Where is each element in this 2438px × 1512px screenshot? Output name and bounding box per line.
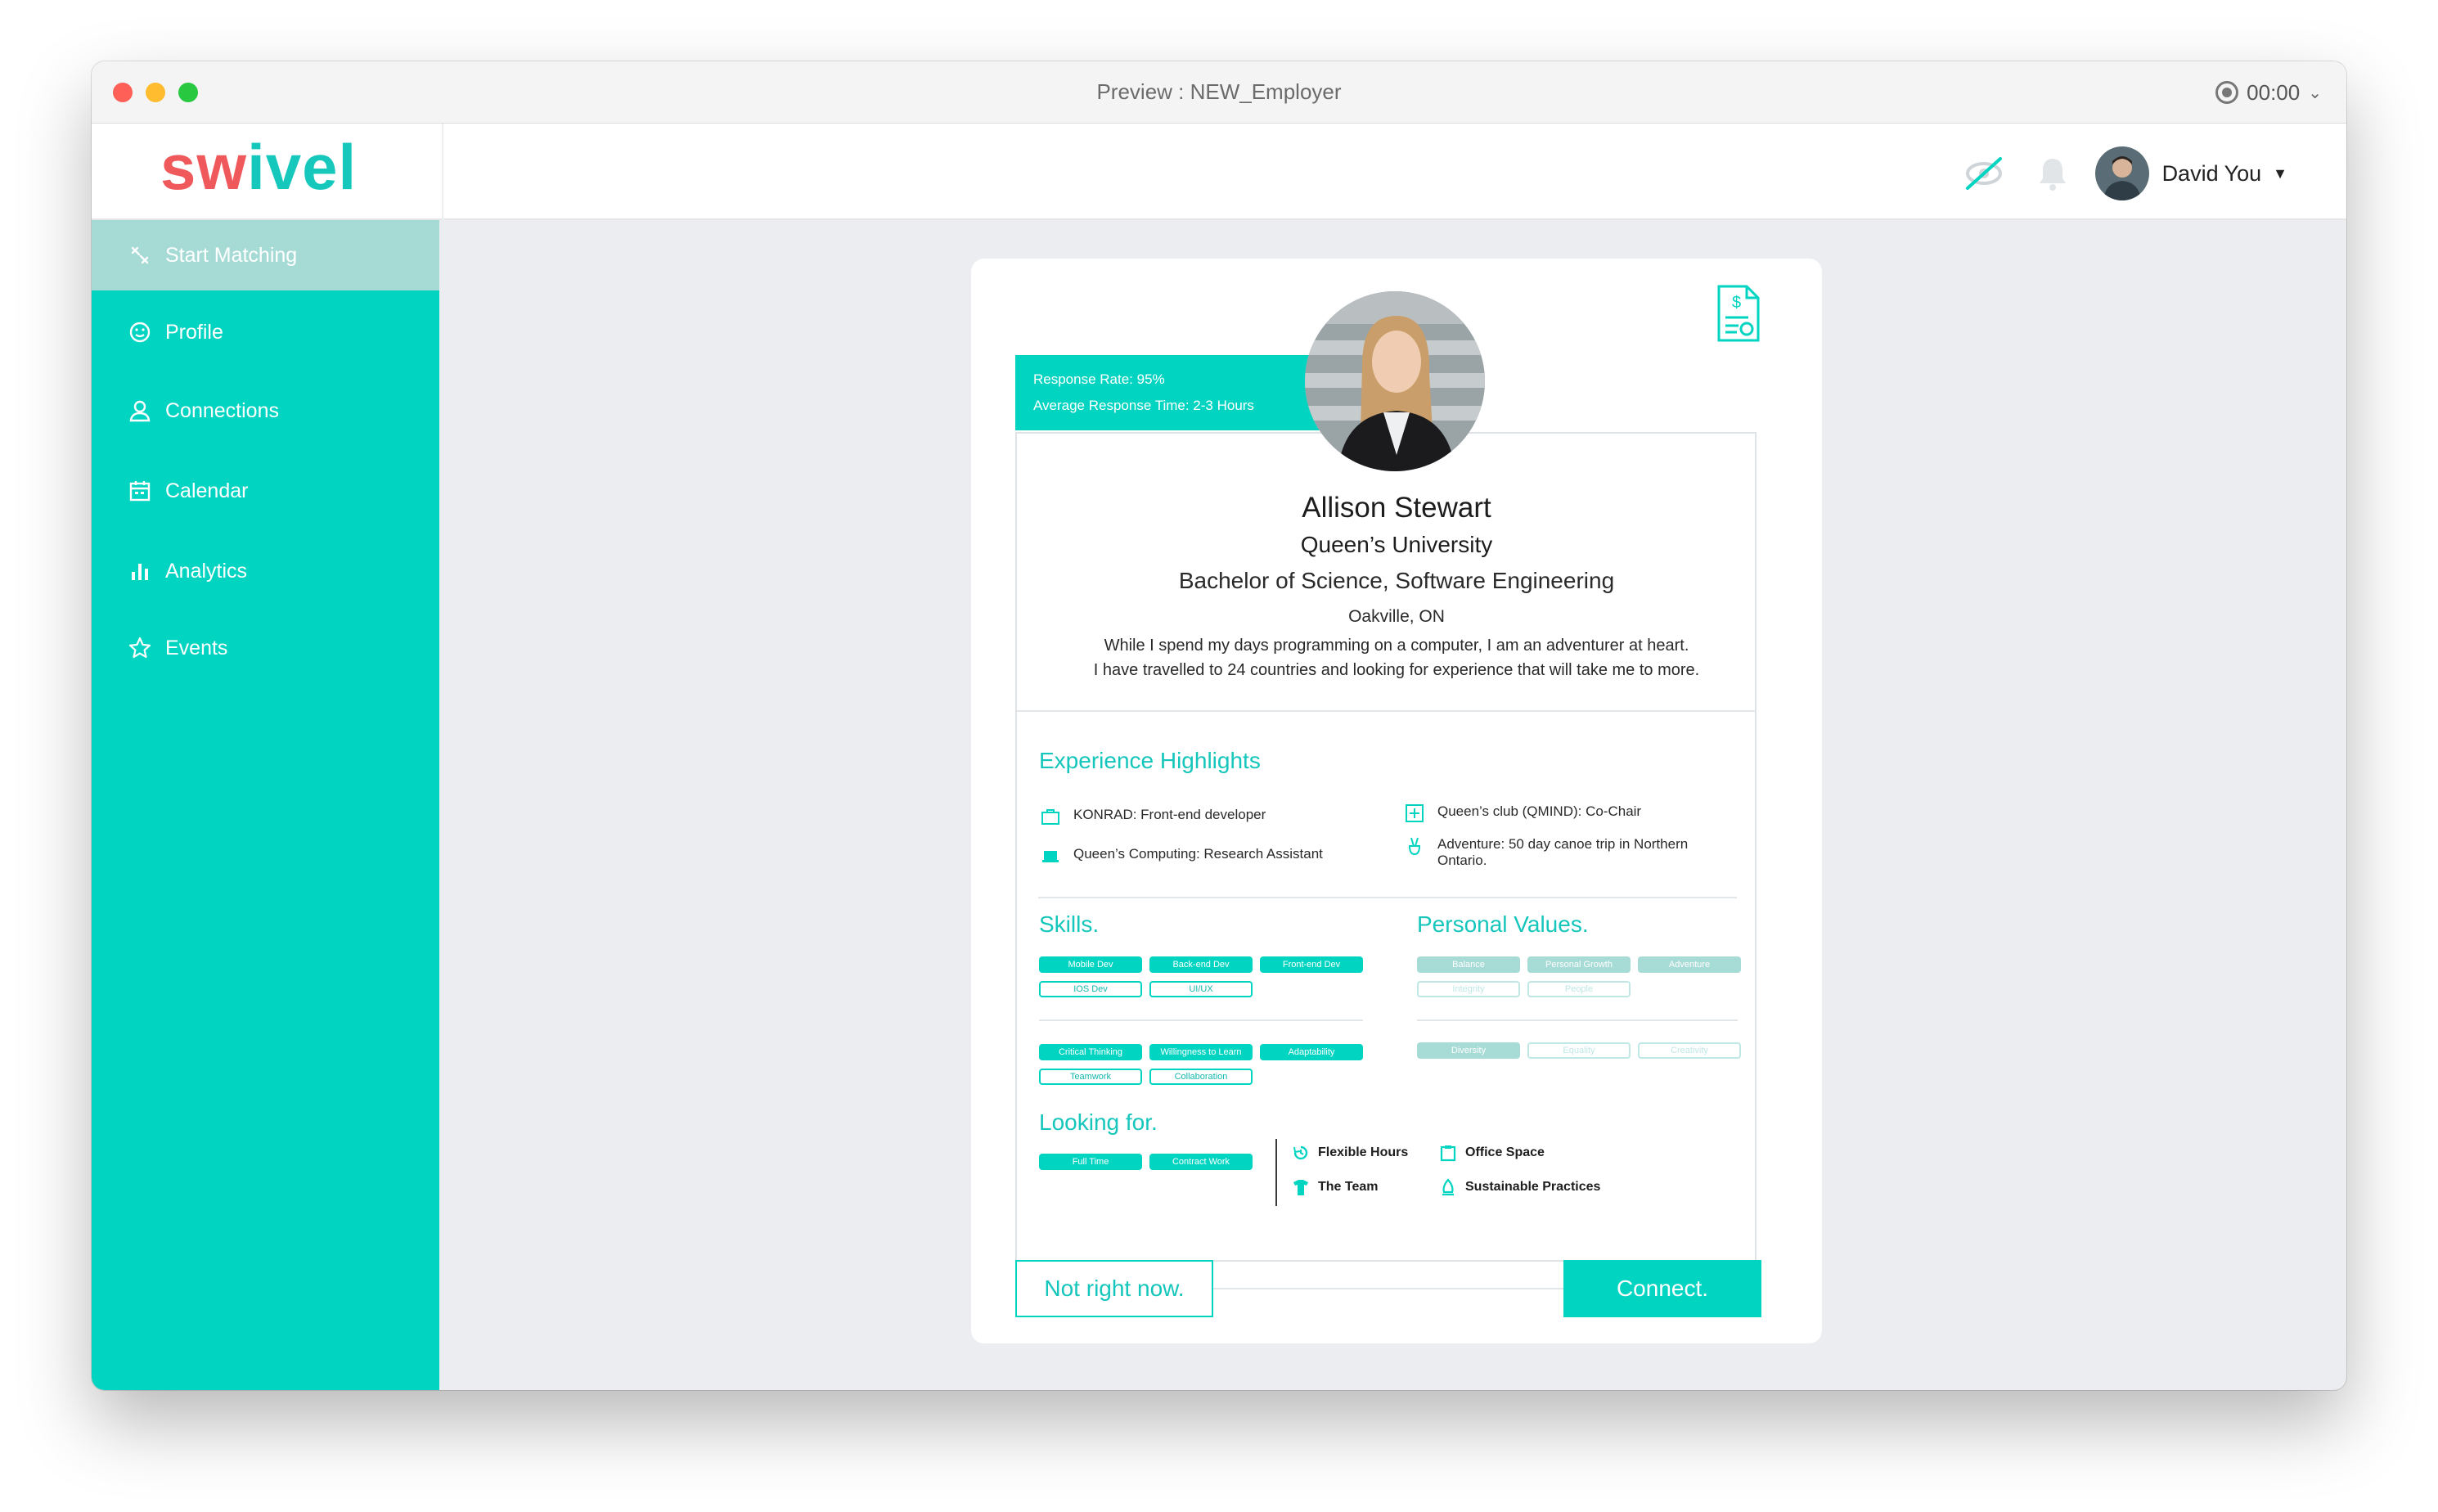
response-stats-tag: Response Rate: 95% Average Response Time… (1015, 355, 1326, 430)
perk-item: The Team (1292, 1178, 1379, 1196)
perk-item: Office Space (1439, 1144, 1545, 1162)
candidate-school: Queen’s University (1300, 532, 1493, 557)
app-header: swivel David You ▼ (92, 124, 2346, 220)
sidebar-item-events[interactable]: Events (92, 613, 439, 683)
window-title: Preview : NEW_Employer (1096, 79, 1342, 104)
recording-timer[interactable]: 00:00 ⌄ (2215, 76, 2322, 109)
candidate-location: Oakville, ON (1348, 607, 1445, 626)
skill-tag: Willingness to Learn (1149, 1044, 1253, 1060)
clipboard-icon (1440, 1145, 1456, 1162)
candidate-name: Allison Stewart (1302, 492, 1491, 524)
sidebar-item-label: Profile (165, 320, 223, 344)
logo-area: swivel (92, 124, 443, 220)
value-tag: Adventure (1638, 956, 1741, 973)
skills-title: Skills. (1039, 911, 1100, 937)
swivel-logo[interactable]: swivel (160, 130, 357, 205)
sidebar-item-start-matching[interactable]: Start Matching (92, 220, 439, 290)
skill-tag: Adaptability (1260, 1044, 1363, 1060)
experience-item: KONRAD: Front-end developer (1041, 807, 1266, 826)
bar-chart-icon (132, 564, 148, 580)
timer-value: 00:00 (2247, 79, 2301, 105)
experience-item: Queen’s Computing: Research Assistant (1041, 846, 1323, 866)
person-icon (129, 400, 151, 422)
value-tag: Balance (1417, 956, 1520, 973)
value-tag: Diversity (1417, 1042, 1520, 1059)
hide-visibility-icon[interactable] (1963, 152, 2005, 195)
values-divider (1417, 1019, 1738, 1021)
sidebar-item-label: Calendar (165, 479, 249, 502)
sidebar-item-analytics[interactable]: Analytics (92, 536, 439, 606)
shirt-icon (1293, 1180, 1308, 1195)
skill-tag: IOS Dev (1039, 981, 1142, 997)
skills-divider (1039, 1019, 1363, 1021)
skill-tag: Collaboration (1149, 1069, 1253, 1085)
sidebar: Start Matching Profile Connections Calen… (92, 220, 439, 1390)
record-icon (2215, 81, 2239, 104)
svg-text:$: $ (1732, 294, 1741, 312)
job-type-tag: Contract Work (1149, 1154, 1253, 1170)
candidate-card: Response Rate: 95% Average Response Time… (971, 259, 1822, 1343)
value-tag: Integrity (1417, 981, 1520, 997)
leaf-icon (1442, 1178, 1454, 1196)
clock-icon (1293, 1145, 1308, 1160)
sidebar-item-label: Events (165, 636, 228, 659)
looking-for-title: Looking for. (1039, 1109, 1158, 1135)
chevron-down-icon: ⌄ (2308, 83, 2322, 102)
perk-item: Flexible Hours (1292, 1144, 1408, 1162)
skill-tag: Back-end Dev (1149, 956, 1253, 973)
smiley-icon (129, 322, 151, 343)
sidebar-item-label: Analytics (165, 559, 248, 583)
experience-item: Adventure: 50 day canoe trip in Northern… (1405, 836, 1732, 869)
laptop-icon (1042, 851, 1059, 862)
experience-item: Queen’s club (QMIND): Co-Chair (1405, 803, 1641, 823)
section-divider (1038, 897, 1737, 898)
value-tag: Personal Growth (1527, 956, 1631, 973)
calendar-icon (129, 481, 151, 502)
value-tag: People (1527, 981, 1631, 997)
skill-tag: Teamwork (1039, 1069, 1142, 1085)
sidebar-item-connections[interactable]: Connections (92, 376, 439, 446)
value-tag: Equality (1527, 1042, 1631, 1059)
bio-line: I have travelled to 24 countries and loo… (1093, 661, 1700, 679)
bio-line: While I spend my days programming on a c… (1104, 637, 1689, 655)
connect-button[interactable]: Connect. (1563, 1260, 1761, 1317)
peace-hand-icon (1408, 837, 1421, 856)
actions-line (1213, 1288, 1563, 1289)
title-bar: Preview : NEW_Employer 00:00 ⌄ (92, 61, 2346, 124)
user-avatar[interactable] (2094, 146, 2149, 200)
resume-document-icon[interactable]: $ (1716, 283, 1761, 344)
values-title: Personal Values. (1417, 911, 1589, 937)
sidebar-item-label: Connections (165, 398, 279, 422)
header-actions: David You ▼ (1963, 146, 2287, 200)
candidate-bio: While I spend my days programming on a c… (971, 633, 1822, 682)
not-right-now-button[interactable]: Not right now. (1015, 1260, 1213, 1317)
sidebar-item-profile[interactable]: Profile (92, 297, 439, 367)
section-divider (1017, 710, 1755, 712)
value-tag: Creativity (1638, 1042, 1741, 1059)
user-name[interactable]: David You (2162, 161, 2262, 187)
skill-tag: UI/UX (1149, 981, 1253, 997)
caret-down-icon[interactable]: ▼ (2273, 165, 2287, 182)
candidate-photo (1305, 291, 1485, 471)
sidebar-item-calendar[interactable]: Calendar (92, 456, 439, 526)
star-icon (128, 637, 151, 659)
matching-icon (131, 246, 149, 264)
response-time: Average Response Time: 2-3 Hours (1033, 398, 1254, 413)
skill-tag: Critical Thinking (1039, 1044, 1142, 1060)
candidate-degree: Bachelor of Science, Software Engineerin… (1178, 568, 1615, 593)
response-rate: Response Rate: 95% (1033, 371, 1165, 387)
app-window: Preview : NEW_Employer 00:00 ⌄ swivel Da… (92, 61, 2346, 1390)
skill-tag: Mobile Dev (1039, 956, 1142, 973)
job-type-tag: Full Time (1039, 1154, 1142, 1170)
notification-bell-icon[interactable] (2036, 155, 2069, 191)
briefcase-icon (1041, 809, 1059, 825)
experience-title: Experience Highlights (1039, 748, 1261, 773)
perk-item: Sustainable Practices (1439, 1178, 1600, 1196)
skill-tag: Front-end Dev (1260, 956, 1363, 973)
looking-for-separator (1275, 1139, 1277, 1206)
plus-grid-icon (1406, 804, 1424, 822)
sidebar-item-label: Start Matching (165, 243, 298, 267)
